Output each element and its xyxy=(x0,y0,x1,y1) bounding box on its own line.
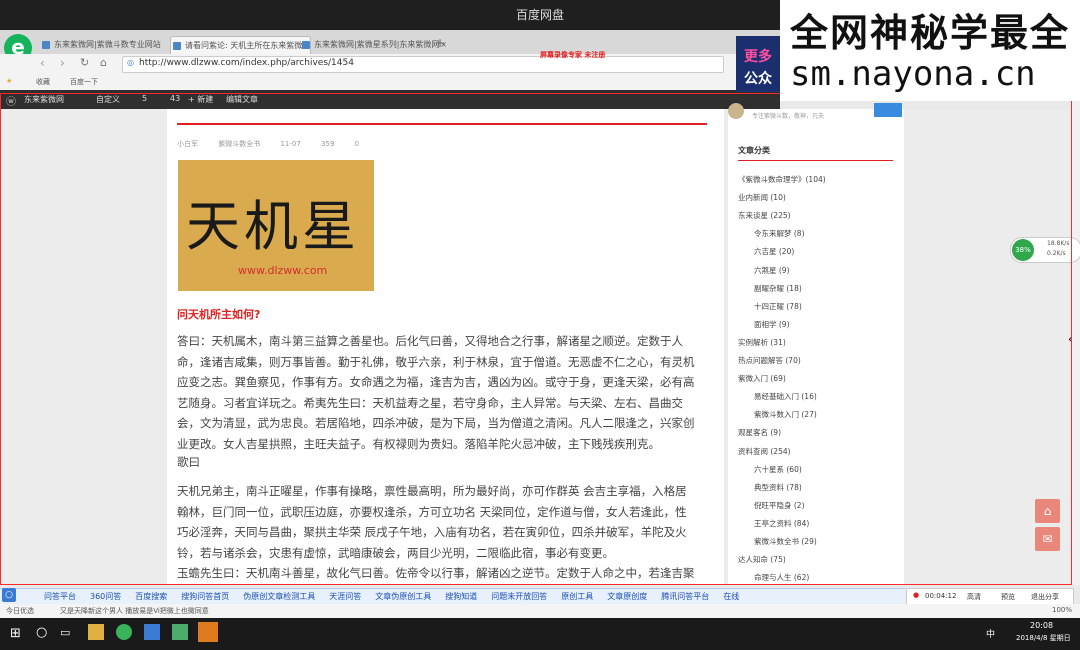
status-left[interactable]: 今日优选 xyxy=(6,606,34,616)
zoom-level[interactable]: 100% xyxy=(1052,606,1072,614)
preview-button[interactable]: 预览 xyxy=(1001,592,1015,602)
favicon-icon xyxy=(42,41,50,49)
recording-frame xyxy=(0,93,1072,585)
globe-icon: ◎ xyxy=(127,58,134,67)
links-row: 问答平台 360问答 百度搜索 搜狗问答首页 伪原创文章检测工具 天涯问答 文章伪原创工具 搜… xyxy=(40,591,749,602)
browser-nav-bar: ‹ › ↻ ⌂ ◎ http://www.dlzww.com/index.php… xyxy=(0,51,780,74)
windows-start-icon[interactable]: ⊞ xyxy=(10,626,21,641)
quick-links-bar: ○ 问答平台 360问答 百度搜索 搜狗问答首页 伪原创文章检测工具 天涯问答 文章伪原创工… xyxy=(0,588,905,605)
quick-link[interactable]: 文章伪原创工具 xyxy=(375,592,431,601)
promo-line-1: 更多 xyxy=(744,49,772,65)
back-icon[interactable]: ‹ xyxy=(40,56,45,70)
watermark-line-1: 全网神秘学最全 xyxy=(790,11,1071,55)
quick-link[interactable]: 腾讯问答平台 xyxy=(661,592,709,601)
new-tab-button[interactable]: + xyxy=(435,36,445,50)
explorer-icon[interactable] xyxy=(88,624,104,640)
favicon-icon xyxy=(302,41,310,49)
browser-tab-bar: e 东来紫微网|紫微斗数专业网站 请看问紫论: 天机主所在东来紫微网× 东来紫微… xyxy=(0,30,780,62)
forward-icon[interactable]: › xyxy=(60,56,65,70)
tab-third[interactable]: 东来紫微网|紫微星系列|东来紫微网 × xyxy=(300,36,447,54)
star-icon: ★ xyxy=(6,77,13,85)
bookmark-favorites[interactable]: 收藏 xyxy=(36,77,50,87)
player-title: 百度网盘 xyxy=(515,8,564,22)
bookmark-baidu[interactable]: 百度一下 xyxy=(70,77,98,87)
quick-link[interactable]: 问答平台 xyxy=(44,592,76,601)
bookmarks-bar: ★ 收藏 百度一下 xyxy=(0,74,780,91)
search-taskbar-icon[interactable]: ○ xyxy=(36,625,47,640)
url-text: http://www.dlzww.com/index.php/archives/… xyxy=(139,58,354,68)
tab-home[interactable]: 东来紫微网|紫微斗数专业网站 xyxy=(40,36,179,54)
taskview-icon[interactable]: ▭ xyxy=(60,626,70,639)
favicon-icon xyxy=(173,42,181,50)
status-middle[interactable]: 又是天降新这个男人 播放易是Vi把微上也微同意 xyxy=(60,606,209,616)
quick-link[interactable]: 问题未开放回答 xyxy=(491,592,547,601)
quick-link[interactable]: 原创工具 xyxy=(561,592,593,601)
refresh-icon[interactable]: ↻ xyxy=(80,56,89,69)
tab-active[interactable]: 请看问紫论: 天机主所在东来紫微网× xyxy=(170,36,311,55)
promo-text: 屏幕录像专家 未注册 xyxy=(540,51,606,59)
watermark-line-2: sm.nayona.cn xyxy=(790,54,1036,94)
search-icon[interactable]: ○ xyxy=(2,588,16,602)
home-icon[interactable]: ⌂ xyxy=(100,56,107,69)
quick-link[interactable]: 搜狗知道 xyxy=(445,592,477,601)
quick-link[interactable]: 伪原创文章检测工具 xyxy=(243,592,315,601)
address-bar[interactable]: ◎ http://www.dlzww.com/index.php/archive… xyxy=(122,56,724,73)
browser-taskbar-icon[interactable] xyxy=(116,624,132,640)
exit-share-button[interactable]: 退出分享 xyxy=(1031,592,1059,602)
promo-banner[interactable]: 更多 公众 xyxy=(736,36,780,92)
recorder-taskbar-icon[interactable] xyxy=(198,622,218,642)
record-dot-icon: ● xyxy=(913,591,920,599)
status-bar: 今日优选 又是天降新这个男人 播放易是Vi把微上也微同意 100% xyxy=(0,604,1080,618)
quick-link[interactable]: 搜狗问答首页 xyxy=(181,592,229,601)
quick-link[interactable]: 文章原创度 xyxy=(607,592,647,601)
quick-link[interactable]: 天涯问答 xyxy=(329,592,361,601)
clock-time[interactable]: 20:08 xyxy=(1030,621,1053,630)
promo-line-2: 公众 xyxy=(744,71,772,87)
quick-link[interactable]: 在线 xyxy=(723,592,739,601)
record-time: 00:04:12 xyxy=(925,592,957,600)
scrollbar[interactable] xyxy=(1072,93,1080,585)
quality-button[interactable]: 高清 xyxy=(967,592,981,602)
taskbar: ⊞ ○ ▭ 中 20:08 2018/4/8 星期日 xyxy=(0,618,1080,650)
ime-language[interactable]: 中 xyxy=(986,627,995,640)
quick-link[interactable]: 360问答 xyxy=(90,592,121,601)
quick-link[interactable]: 百度搜索 xyxy=(135,592,167,601)
app-taskbar-icon[interactable] xyxy=(144,624,160,640)
watermark: 全网神秘学最全 sm.nayona.cn xyxy=(780,0,1080,101)
clock-date[interactable]: 2018/4/8 星期日 xyxy=(1016,633,1071,643)
tool-taskbar-icon[interactable] xyxy=(172,624,188,640)
